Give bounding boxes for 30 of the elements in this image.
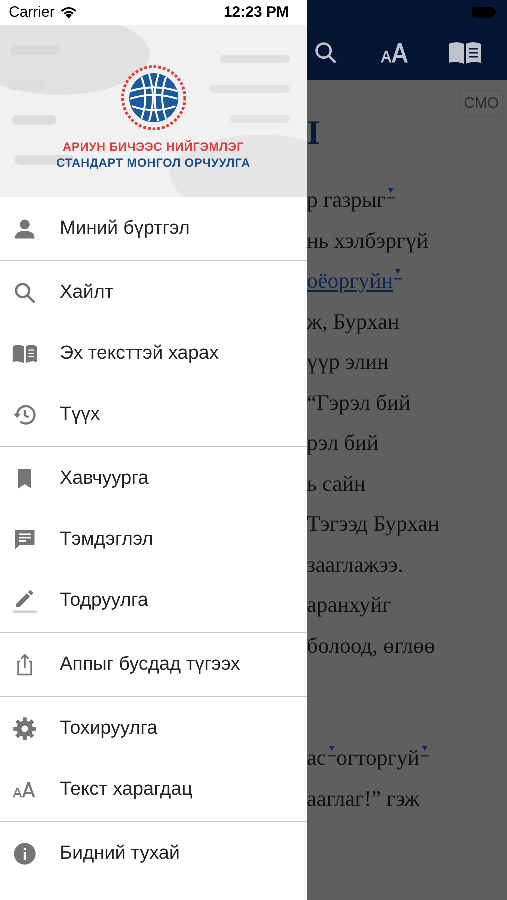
verse-text: ас xyxy=(307,745,327,771)
verse-text: үүр элин xyxy=(307,349,390,375)
logo-subtitle: СТАНДАРТ МОНГОЛ ОРЧУУЛГА xyxy=(56,156,250,170)
clock-time: 12:23 PM xyxy=(224,4,289,21)
footnote-marker-icon[interactable] xyxy=(420,745,429,757)
footnote-marker-icon[interactable] xyxy=(394,268,402,280)
verse-text: болоод, өглөө xyxy=(307,632,436,658)
verse-text: р газрыг xyxy=(307,187,386,213)
book-icon[interactable] xyxy=(448,40,482,66)
footnote-marker-icon[interactable] xyxy=(328,745,336,757)
verse-text: огторгуй xyxy=(336,745,420,771)
footnote-marker-icon[interactable] xyxy=(386,187,395,199)
logo-title: АРИУН БИЧЭЭС НИЙГЭМЛЭГ xyxy=(62,140,244,154)
globe-logo-icon xyxy=(120,65,186,131)
chapter-heading: I xyxy=(307,115,322,154)
info-icon xyxy=(12,840,38,866)
settings-icon xyxy=(12,716,38,742)
wifi-icon xyxy=(60,6,78,19)
verse-text: “Гэрэл бий xyxy=(307,390,411,416)
verse-text: ааглаг!” гэж xyxy=(307,786,420,812)
verse-text: нь хэлбэргүй xyxy=(307,228,428,254)
verse-text: рэл бий xyxy=(307,430,379,456)
verse-text: аранхуйг xyxy=(307,592,392,618)
verse-text: ь сайн xyxy=(307,470,366,496)
pencil-icon xyxy=(12,588,38,614)
verse-text: ж, Бурхан xyxy=(307,308,400,334)
verse-text: зааглажээ. xyxy=(307,552,404,578)
carrier-label: Carrier xyxy=(9,4,55,21)
battery-icon xyxy=(472,7,496,18)
verse-text: Тэгээд Бурхан xyxy=(307,511,440,537)
